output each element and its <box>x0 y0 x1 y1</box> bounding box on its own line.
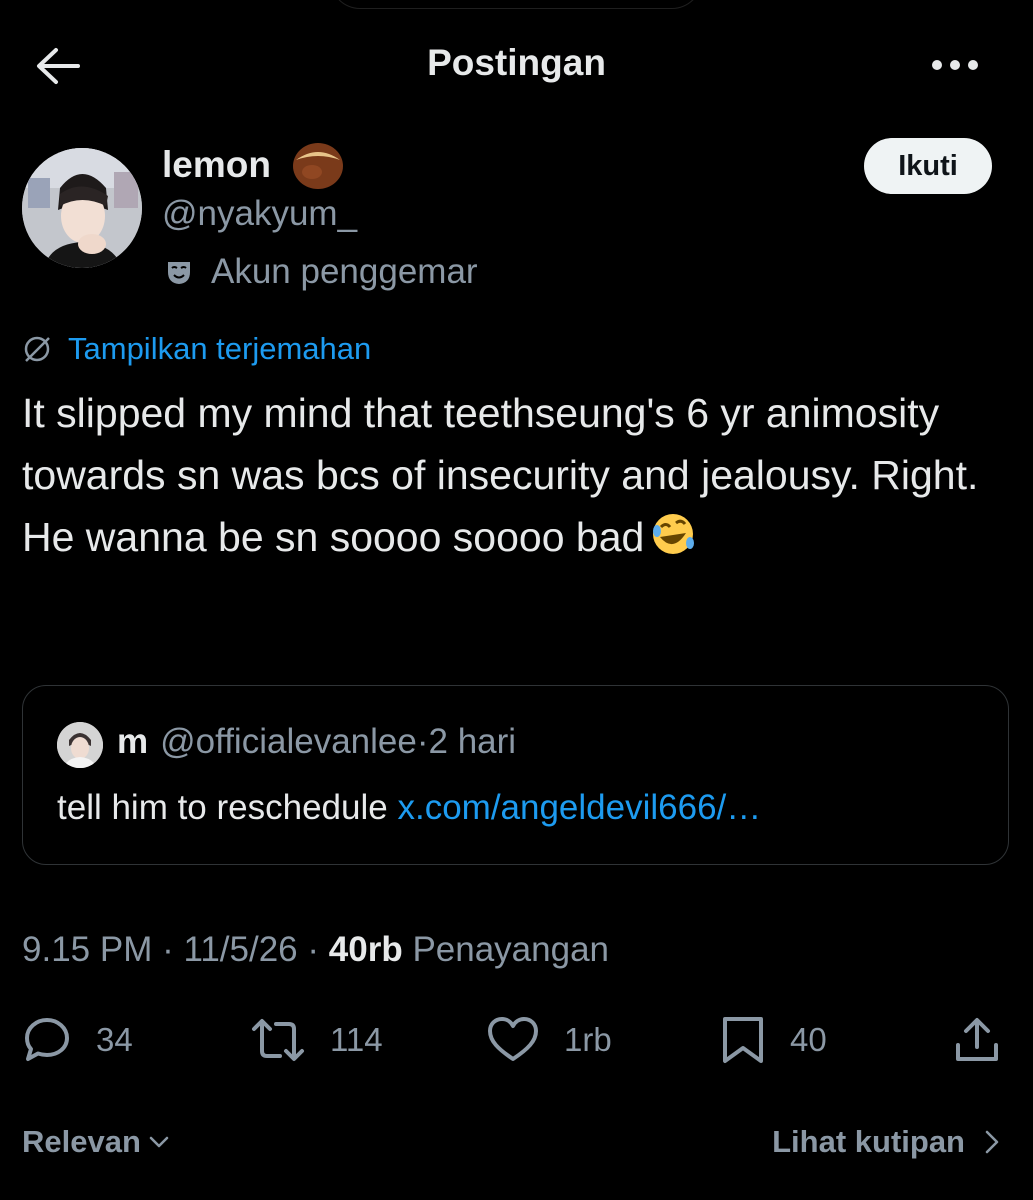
fan-account-badge: Akun penggemar <box>165 252 478 292</box>
quoted-author-avatar <box>57 722 103 768</box>
reply-button[interactable]: 34 <box>22 1012 133 1068</box>
more-horizontal-icon[interactable] <box>930 54 980 76</box>
show-translation-link[interactable]: Tampilkan terjemahan <box>22 328 371 370</box>
tweet-body: It slipped my mind that teethseung's 6 y… <box>22 390 979 560</box>
top-bar: Postingan <box>0 0 1033 130</box>
sort-label: Relevan <box>22 1124 141 1159</box>
rolling-on-floor-laughing-emoji <box>653 514 695 554</box>
heart-icon <box>488 1017 538 1061</box>
follow-button[interactable]: Ikuti <box>864 138 992 194</box>
globe-slash-icon <box>24 336 50 362</box>
quoted-tweet-header: m @officialevanlee·2 hari <box>117 722 516 762</box>
chevron-down-icon <box>149 1136 169 1148</box>
quoted-tweet-body: tell him to reschedule x.com/angeldevil6… <box>57 788 761 828</box>
tweet-actions: 34 114 1rb 40 <box>22 1012 1012 1072</box>
quoted-tweet-card[interactable]: m @officialevanlee·2 hari tell him to res… <box>22 685 1009 865</box>
quoted-tweet-link[interactable]: x.com/angeldevil666/… <box>397 788 761 827</box>
tweet-meta: 9.15 PM · 11/5/26 · 40rb Penayangan <box>22 930 609 970</box>
author-handle[interactable]: @nyakyum_ <box>162 194 357 234</box>
like-count: 1rb <box>564 1021 612 1058</box>
reply-count: 34 <box>96 1021 133 1058</box>
separator-dot: · <box>152 930 184 969</box>
separator-dot: · <box>416 722 429 761</box>
quoted-tweet-text: tell him to reschedule <box>57 788 388 827</box>
tweet-date: 11/5/26 <box>183 930 298 969</box>
share-button[interactable] <box>952 1012 1002 1068</box>
tweet-time: 9.15 PM <box>22 930 153 969</box>
page-title: Postingan <box>427 42 606 83</box>
fan-account-label: Akun penggemar <box>211 252 478 291</box>
chevron-right-icon <box>985 1130 999 1154</box>
quoted-author-handle: @officialevanlee <box>160 722 417 761</box>
views-count[interactable]: 40rb <box>329 930 403 969</box>
sort-replies-dropdown[interactable]: Relevan <box>22 1124 171 1160</box>
author-display-name[interactable]: lemon <box>162 144 271 186</box>
share-icon <box>956 1018 998 1061</box>
views-label: Penayangan <box>412 930 610 969</box>
repost-button[interactable]: 114 <box>250 1012 383 1068</box>
bookmark-count: 40 <box>790 1021 827 1058</box>
like-button[interactable]: 1rb <box>486 1012 612 1068</box>
repost-icon <box>252 1019 304 1061</box>
author-avatar[interactable] <box>22 148 142 268</box>
reply-icon <box>25 1018 69 1061</box>
show-translation-label: Tampilkan terjemahan <box>68 331 372 366</box>
bookmark-icon <box>723 1017 763 1063</box>
mask-icon <box>168 262 190 284</box>
tweet-text: It slipped my mind that teethseung's 6 y… <box>22 382 1012 568</box>
view-quotes-link[interactable]: Lihat kutipan <box>772 1124 1003 1160</box>
quoted-author-name: m <box>117 722 149 761</box>
chestnut-emoji <box>293 143 343 189</box>
view-quotes-label: Lihat kutipan <box>772 1124 965 1159</box>
separator-dot: · <box>297 930 329 969</box>
bookmark-button[interactable]: 40 <box>720 1012 827 1068</box>
repost-count: 114 <box>330 1021 383 1058</box>
quoted-tweet-time: 2 hari <box>428 722 517 761</box>
